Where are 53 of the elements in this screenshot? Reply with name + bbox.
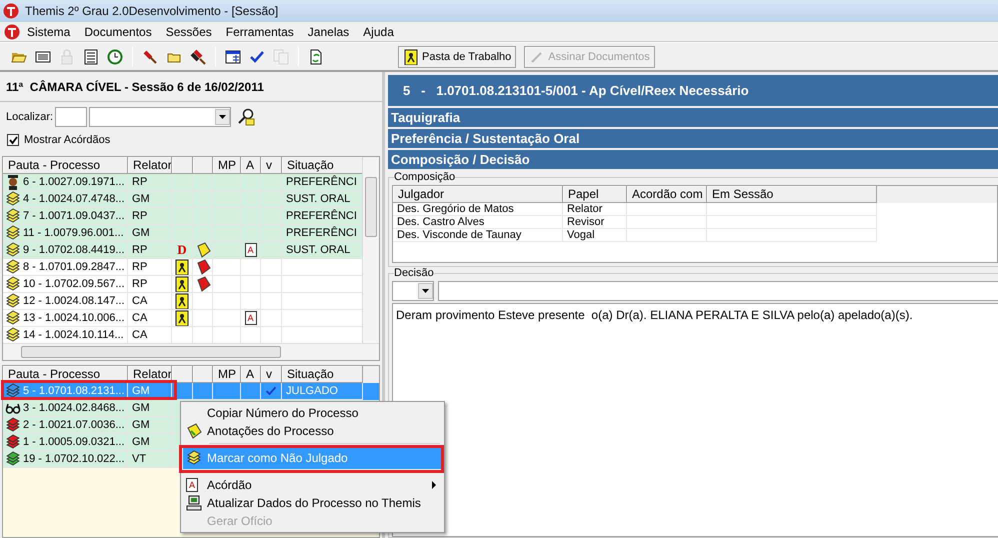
- situation-text: PREFERÊNCI: [286, 210, 357, 222]
- process-number: 5 - 1.0701.08.2131...: [23, 385, 125, 397]
- judge-name: Des. Castro Alves: [393, 216, 563, 229]
- situation-text: JULGADO: [286, 385, 338, 397]
- role-text: Revisor: [563, 216, 627, 229]
- relator-text: GM: [132, 419, 150, 431]
- process-number: 1 - 1.0005.09.0321...: [23, 436, 125, 448]
- relator-text: CA: [132, 312, 148, 324]
- process-number: 14 - 1.0024.10.114...: [23, 329, 124, 341]
- process-number: 19 - 1.0702.10.022...: [23, 453, 125, 465]
- process-number: 7 - 1.0071.09.0437...: [23, 210, 125, 222]
- situation-text: PREFERÊNCI: [286, 176, 357, 188]
- relator-text: GM: [132, 436, 150, 448]
- situation-text: SUST. ORAL: [286, 244, 350, 256]
- process-number: 4 - 1.0024.07.4748...: [23, 193, 125, 205]
- relator-text: CA: [132, 329, 148, 341]
- process-number: 10 - 1.0702.09.567...: [23, 278, 125, 290]
- role-text: Relator: [563, 203, 627, 216]
- process-number: 9 - 1.0702.08.4419...: [23, 244, 125, 256]
- acordao-icon: A: [244, 243, 256, 257]
- case-header: 5 - 1.0701.08.213101-5/001 - Ap Cível/Reex Necessário: [388, 75, 998, 106]
- process-number: 2 - 1.0021.07.0036...: [23, 419, 125, 431]
- relator-text: GM: [132, 227, 150, 239]
- relator-text: RP: [132, 176, 148, 188]
- group-legend: Decisão: [394, 267, 434, 279]
- process-number: 13 - 1.0024.10.006...: [23, 312, 125, 324]
- window-title: Themis 2º Grau 2.0Desenvolvimento - [Sessão]: [25, 4, 278, 18]
- relator-text: GM: [132, 193, 150, 205]
- relator-text: GM: [132, 402, 150, 414]
- process-number: 6 - 1.0027.09.1971...: [23, 176, 125, 188]
- relator-text: RP: [132, 261, 148, 273]
- relator-text: RP: [132, 210, 148, 222]
- process-number: 8 - 1.0701.09.2847...: [23, 261, 125, 273]
- process-number: 12 - 1.0024.08.147...: [23, 295, 125, 307]
- process-number: 11 - 1.0079.96.001...: [23, 227, 124, 239]
- judge-name: Des. Visconde de Taunay: [393, 229, 563, 242]
- judge-name: Des. Gregório de Matos: [393, 203, 563, 216]
- letter-mark: D: [177, 242, 187, 258]
- search-label: Localizar:: [6, 111, 54, 123]
- relator-text: CA: [132, 295, 148, 307]
- acordao-icon: A: [244, 311, 256, 325]
- situation-text: PREFERÊNCI: [286, 227, 357, 239]
- relator-text: VT: [132, 453, 146, 465]
- process-number: 3 - 1.0024.02.8468...: [23, 402, 125, 414]
- checkbox-label: Mostrar Acórdãos: [24, 134, 110, 146]
- role-text: Vogal: [563, 229, 627, 242]
- group-legend: Composição: [394, 171, 456, 183]
- acordao-icon: A: [186, 478, 198, 492]
- relator-text: RP: [132, 278, 148, 290]
- situation-text: SUST. ORAL: [286, 193, 350, 205]
- relator-text: GM: [132, 385, 150, 397]
- relator-text: RP: [132, 244, 148, 256]
- session-title: 11ª CÂMARA CÍVEL - Sessão 6 de 16/02/2011: [0, 72, 382, 102]
